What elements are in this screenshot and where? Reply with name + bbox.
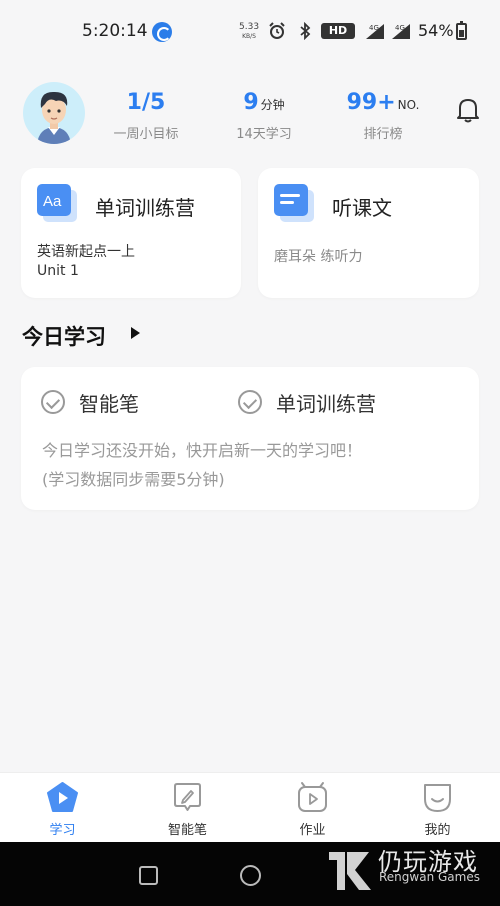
- minutes-value: 9: [243, 90, 259, 115]
- goal-value: 1/5: [126, 90, 166, 115]
- today-item-word-training[interactable]: 单词训练营: [238, 388, 376, 416]
- listen-text-title: 听课文: [332, 196, 392, 220]
- check-circle-icon: [238, 390, 262, 414]
- vocabulary-icon: Aa: [37, 184, 77, 222]
- avatar-illustration: [37, 91, 71, 144]
- check-circle-icon: [41, 390, 65, 414]
- speed-value: 5.33: [239, 22, 260, 32]
- rank-label: 排行榜: [363, 127, 403, 142]
- today-item-label: 智能笔: [79, 391, 139, 416]
- minutes-unit: 分钟: [260, 98, 285, 112]
- today-message-line2: (学习数据同步需要5分钟): [42, 470, 225, 489]
- nav-label: 作业: [299, 823, 326, 838]
- battery-percent: 54%: [418, 21, 454, 40]
- nav-label: 我的: [424, 823, 451, 838]
- rank-unit: NO.: [397, 98, 420, 112]
- goal-label: 一周小目标: [113, 127, 179, 142]
- watermark-english: Rengwan Games: [379, 870, 480, 884]
- nav-item-mine[interactable]: 我的: [375, 773, 500, 843]
- word-training-unit: Unit 1: [37, 263, 79, 279]
- status-time: 5:20:14: [82, 21, 148, 41]
- svg-text:4G: 4G: [369, 24, 379, 32]
- recent-apps-button[interactable]: [139, 866, 158, 885]
- nav-item-homework[interactable]: 作业: [250, 773, 375, 843]
- hd-badge: HD: [321, 23, 355, 39]
- bell-icon[interactable]: [455, 96, 481, 124]
- ranking-stat[interactable]: 99+ NO. 排行榜: [328, 90, 438, 142]
- signal-icon-2: 4G: [392, 24, 410, 39]
- vocabulary-icon-text: Aa: [43, 193, 62, 210]
- today-empty-message: 今日学习还没开始，快开启新一天的学习吧！ (学习数据同步需要5分钟): [42, 436, 362, 494]
- signal-icon: 4G: [366, 24, 384, 39]
- word-training-title: 单词训练营: [95, 196, 195, 220]
- today-message-line1: 今日学习还没开始，快开启新一天的学习吧！: [42, 441, 363, 460]
- bluetooth-icon: [300, 22, 311, 40]
- listening-icon: [274, 184, 314, 222]
- nav-label: 学习: [49, 823, 76, 838]
- word-training-book: 英语新起点一上: [37, 244, 135, 260]
- avatar[interactable]: [23, 82, 85, 144]
- nav-item-study[interactable]: 学习: [0, 773, 125, 843]
- speed-unit: KB/S: [242, 33, 256, 40]
- battery-icon: [456, 21, 467, 40]
- alarm-icon: [269, 22, 285, 39]
- study-minutes-stat[interactable]: 9 分钟 14天学习: [209, 90, 319, 142]
- profile-face-icon: [424, 784, 451, 812]
- nav-label: 智能笔: [167, 823, 207, 838]
- app-notification-icon: [152, 22, 172, 42]
- triangle-right-icon[interactable]: [131, 327, 140, 339]
- status-bar: 5:20:14 5.33 KB/S HD 4G 4G 54%: [0, 0, 500, 62]
- pen-icon: [174, 783, 201, 811]
- minutes-label: 14天学习: [236, 127, 292, 142]
- network-speed: 5.33 KB/S: [239, 23, 259, 41]
- homework-play-icon: [298, 782, 327, 812]
- today-item-label: 单词训练营: [276, 391, 376, 416]
- today-item-smart-pen[interactable]: 智能笔: [41, 388, 139, 416]
- play-pentagon-icon: [47, 782, 78, 812]
- svg-text:4G: 4G: [395, 24, 405, 32]
- home-button[interactable]: [240, 865, 261, 886]
- rank-value: 99+: [346, 90, 396, 115]
- weekly-goal-stat[interactable]: 1/5 一周小目标: [91, 90, 201, 142]
- system-nav-bar: 仍玩游戏 Rengwan Games: [0, 842, 500, 906]
- watermark-logo: [329, 852, 371, 890]
- bottom-nav: 学习 智能笔 作业 我的: [0, 772, 500, 842]
- today-study-title[interactable]: 今日学习: [22, 321, 106, 351]
- nav-item-smart-pen[interactable]: 智能笔: [125, 773, 250, 843]
- listen-text-subtitle: 磨耳朵 练听力: [274, 249, 363, 265]
- word-training-card[interactable]: Aa 单词训练营 英语新起点一上 Unit 1: [21, 168, 241, 298]
- listen-text-card[interactable]: 听课文 磨耳朵 练听力: [258, 168, 479, 298]
